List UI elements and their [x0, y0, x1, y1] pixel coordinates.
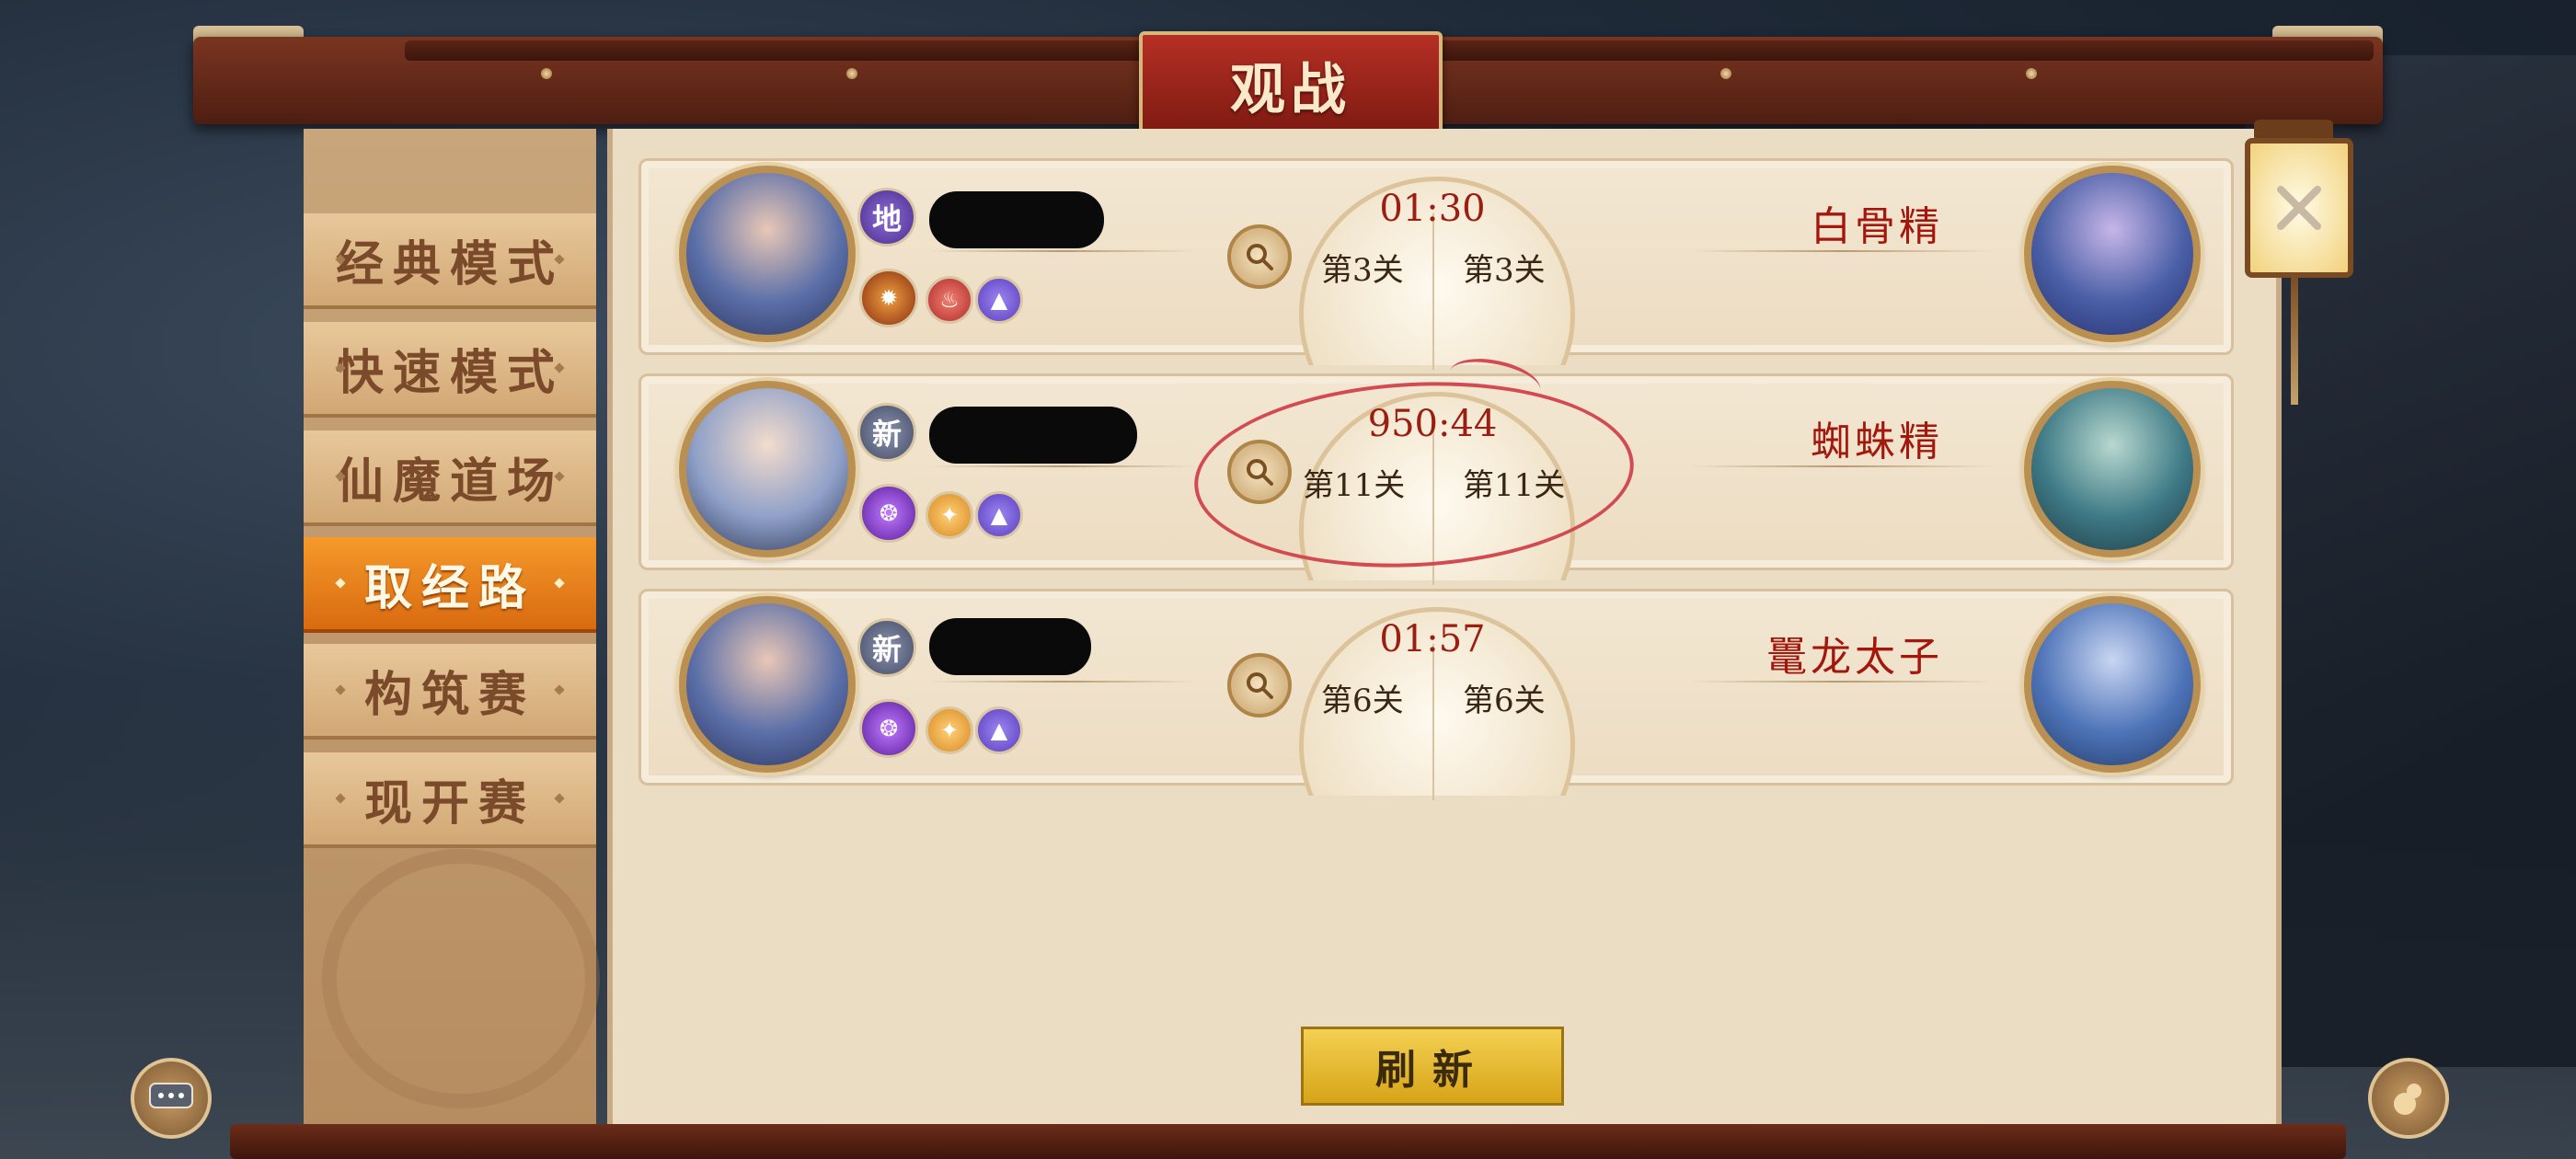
tab-label: 仙魔道场 [335, 453, 564, 510]
close-button[interactable] [2245, 138, 2353, 278]
tab-ornament [554, 793, 565, 804]
peak-icon: ▲ [975, 706, 1023, 754]
match-timer: 01:30 [1379, 188, 1486, 230]
left-stage-label: 第3关 [1321, 252, 1404, 289]
tab-label: 构筑赛 [363, 666, 535, 723]
player-rank-badge: 新 [857, 618, 916, 677]
dial-divider [1432, 213, 1434, 370]
fire-dragon-icon: ✹ [859, 269, 918, 327]
spectate-search-button[interactable] [1227, 224, 1292, 289]
close-icon [2277, 186, 2321, 230]
magnifier-icon [1247, 244, 1273, 270]
redacted-player-name [929, 191, 1104, 248]
sidebar-swirl-ornament [322, 849, 600, 1108]
player-rank-badge: 新 [857, 403, 916, 462]
tab-pilgrimage-road[interactable]: 取经路 [304, 537, 596, 633]
dial-divider [1432, 644, 1434, 800]
name-underline [929, 465, 1196, 467]
frame-rivet [846, 68, 857, 79]
gourd-icon [2394, 1084, 2421, 1115]
player-rank-badge: 地 [857, 188, 916, 247]
tab-ornament [554, 684, 565, 695]
opponent-avatar[interactable] [2024, 166, 2201, 342]
vortex-icon: ❂ [859, 484, 918, 543]
tab-immortal-arena[interactable]: 仙魔道场 [304, 430, 596, 526]
page-title: 观战 [1230, 57, 1351, 122]
left-stage-label: 第6关 [1321, 683, 1404, 719]
opponent-name: 鼍龙太子 [1766, 634, 1943, 681]
name-underline [929, 681, 1196, 683]
refresh-label: 刷新 [1375, 1047, 1489, 1094]
player-avatar[interactable] [679, 381, 856, 557]
tab-ornament [335, 684, 346, 695]
tab-ornament [335, 578, 346, 589]
player-rank-badge-label: 地 [871, 201, 902, 236]
opponent-name: 蜘蛛精 [1811, 419, 1943, 465]
player-rank-badge-label: 新 [871, 632, 902, 667]
chat-icon [149, 1083, 193, 1108]
redacted-player-name [929, 407, 1137, 464]
peak-icon: ▲ [975, 491, 1023, 539]
frame-rivet [541, 68, 552, 79]
tab-open-match[interactable]: 现开赛 [304, 752, 596, 848]
frame-bottom-beam [230, 1124, 2346, 1159]
chat-button[interactable] [131, 1058, 212, 1139]
opponent-avatar[interactable] [2024, 596, 2201, 773]
flame-icon: ♨ [926, 276, 973, 324]
tab-label: 取经路 [363, 559, 535, 616]
redacted-player-name [929, 618, 1091, 675]
tab-quick-mode[interactable]: 快速模式 [304, 322, 596, 418]
player-rank-badge-label: 新 [871, 417, 902, 452]
tab-label: 现开赛 [363, 775, 535, 832]
opponent-name: 白骨精 [1811, 203, 1943, 250]
frame-rivet [1720, 68, 1731, 79]
tab-ornament [554, 578, 565, 589]
magnifier-icon [1247, 672, 1273, 699]
peak-icon: ▲ [975, 276, 1023, 324]
match-timer: 01:57 [1379, 618, 1486, 660]
tab-classic-mode[interactable]: 经典模式 [304, 213, 596, 309]
title-plaque: 观战 [1139, 31, 1443, 138]
gourd-button[interactable] [2368, 1058, 2449, 1139]
player-avatar[interactable] [679, 596, 856, 773]
frame-rivet [2026, 68, 2037, 79]
name-underline [929, 250, 1196, 252]
vortex-icon: ❂ [859, 699, 918, 758]
player-avatar[interactable] [679, 166, 856, 342]
tab-construct-match[interactable]: 构筑赛 [304, 644, 596, 740]
tab-label: 经典模式 [335, 235, 564, 293]
spectate-search-button[interactable] [1227, 653, 1292, 717]
right-stage-label: 第3关 [1463, 252, 1546, 289]
tab-label: 快速模式 [335, 344, 564, 401]
right-stage-label: 第6关 [1463, 683, 1546, 719]
opponent-avatar[interactable] [2024, 381, 2201, 557]
star-icon: ✦ [926, 491, 973, 539]
star-icon: ✦ [926, 706, 973, 754]
refresh-button[interactable]: 刷新 [1301, 1027, 1564, 1106]
tab-ornament [335, 793, 346, 804]
lantern-tassel [2291, 272, 2298, 405]
